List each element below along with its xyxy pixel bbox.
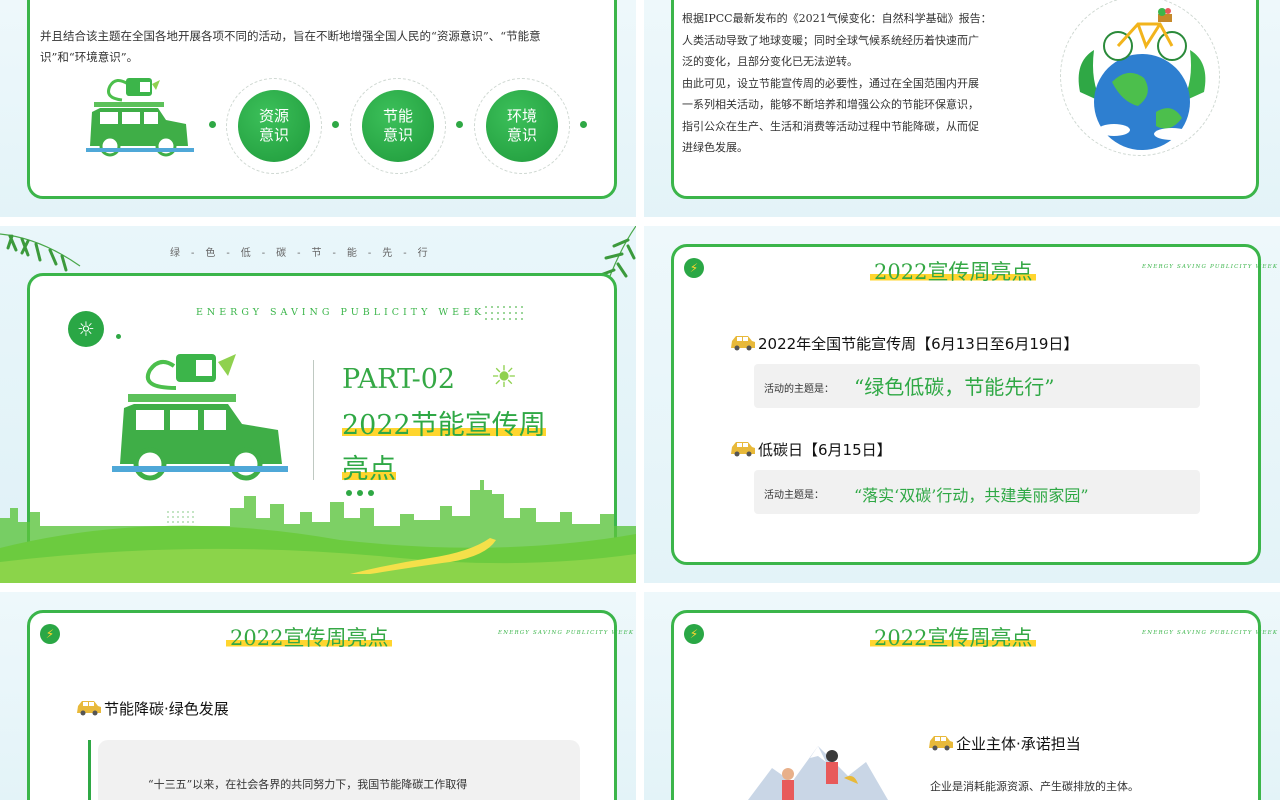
circle-energy: 节能意识 [350,78,446,174]
small-car-icon [929,736,953,751]
connector-dot [456,121,463,128]
item1-title: 2022年全国节能宣传周【6月13日至6月19日】 [758,335,1079,353]
circle-resource-label: 资源意识 [238,90,310,162]
lightning-badge-icon: ⚡ [40,624,60,644]
slide-heading: 2022宣传周亮点 [870,256,1037,286]
english-subtitle: ENERGY SAVING PUBLICITY WEEK [498,630,635,636]
ipcc-paragraph: 根据IPCC最新发布的《2021气候变化：自然科学基础》报告： 人类活动导致了地… [682,8,1034,159]
connector-dot [332,121,339,128]
slide-heading: 2022宣传周亮点 [226,622,393,652]
connector-dot [209,121,216,128]
lightning-badge-icon: ⚡ [684,258,704,278]
dot-grid-decoration [485,306,523,320]
slide-thumbnail-2[interactable]: 根据IPCC最新发布的《2021气候变化：自然科学基础》报告： 人类活动导致了地… [644,0,1280,217]
theme-quote-2: “落实‘双碳’行动，共建美丽家园” [854,486,1089,505]
circle-resource: 资源意识 [226,78,322,174]
text-line: 根据IPCC最新发布的《2021气候变化：自然科学基础》报告： [682,12,992,25]
text-line: 进绿色发展。 [682,141,748,154]
tagline: 绿-色-低-碳-节-能-先-行 [170,248,439,259]
small-car-icon [77,701,101,716]
small-car-icon [731,336,755,351]
circle-energy-label: 节能意识 [362,90,434,162]
ev-car-icon [86,78,194,157]
slide-thumbnail-3-section-divider[interactable]: 绿-色-低-碳-节-能-先-行 ENERGY SAVING PUBLICITY … [0,226,636,583]
text-line: 泛的变化，且部分变化已无法逆转。 [682,55,858,68]
text-line: 一系列相关活动，能够不断培养和增强公众的节能环保意识， [682,98,979,111]
sun-badge-icon: ☼ [68,311,104,347]
connector-dot [580,121,587,128]
decor-dot [116,334,121,339]
item-title: 节能降碳·绿色发展 [104,700,229,718]
item2-title: 低碳日【6月15日】 [758,441,892,459]
globe-bicycle-illustration [1078,8,1206,150]
circle-environment-label: 环境意识 [486,90,558,162]
circle-environment: 环境意识 [474,78,570,174]
small-car-icon [731,442,755,457]
mountain-people-illustration [748,746,888,800]
item-title: 企业主体·承诺担当 [956,735,1081,753]
body-text: “十三五”以来，在社会各界的共同努力下，我国节能降碳工作取得 [148,778,468,791]
part-label: PART-02 [342,364,456,395]
lightning-badge-icon: ⚡ [684,624,704,644]
accent-bar [88,740,91,800]
body-text: 企业是消耗能源资源、产生碳排放的主体。 [930,780,1139,793]
slide-heading-text: 2022宣传周亮点 [870,260,1037,284]
city-skyline-landscape [0,480,636,583]
english-subtitle: ENERGY SAVING PUBLICITY WEEK [1142,264,1279,270]
dot-grid-decoration [167,511,194,523]
english-subtitle: ENERGY SAVING PUBLICITY WEEK [196,307,486,318]
text-line: 指引公众在生产、生活和消费等活动过程中节能降碳，从而促 [682,119,979,133]
sun-icon: ☀ [490,360,518,395]
slide-heading-text: 2022宣传周亮点 [226,626,393,650]
text-line: 由此可见，设立节能宣传周的必要性，通过在全国范围内开展 [682,76,979,90]
divider-line [313,360,314,480]
slide-heading: 2022宣传周亮点 [870,622,1037,652]
theme-quote-1: “绿色低碳，节能先行” [854,375,1055,399]
text-line: 人类活动导致了地球变暖；同时全球气候系统经历着快速而广 [682,33,979,47]
intro-paragraph: 并且结合该主题在全国各地开展各项不同的活动，旨在不断地增强全国人民的“资源意识”… [40,29,541,64]
slide-thumbnail-5[interactable]: ⚡ 2022宣传周亮点 ENERGY SAVING PUBLICITY WEEK… [0,592,636,800]
theme-label-1: 活动的主题是： [764,384,834,395]
slide-thumbnail-1[interactable]: 并且结合该主题在全国各地开展各项不同的活动，旨在不断地增强全国人民的“资源意识”… [0,0,636,217]
slide-thumbnail-6[interactable]: ⚡ 2022宣传周亮点 ENERGY SAVING PUBLICITY WEEK… [644,592,1280,800]
slide-thumbnail-4[interactable]: ⚡ 2022宣传周亮点 ENERGY SAVING PUBLICITY WEEK… [644,226,1280,583]
slide-heading-text: 2022宣传周亮点 [870,626,1037,650]
theme-label-2: 活动主题是： [764,490,824,501]
section-title-line1: 2022节能宣传周 [342,410,546,441]
english-subtitle: ENERGY SAVING PUBLICITY WEEK [1142,630,1279,636]
ev-car-icon [112,354,288,481]
